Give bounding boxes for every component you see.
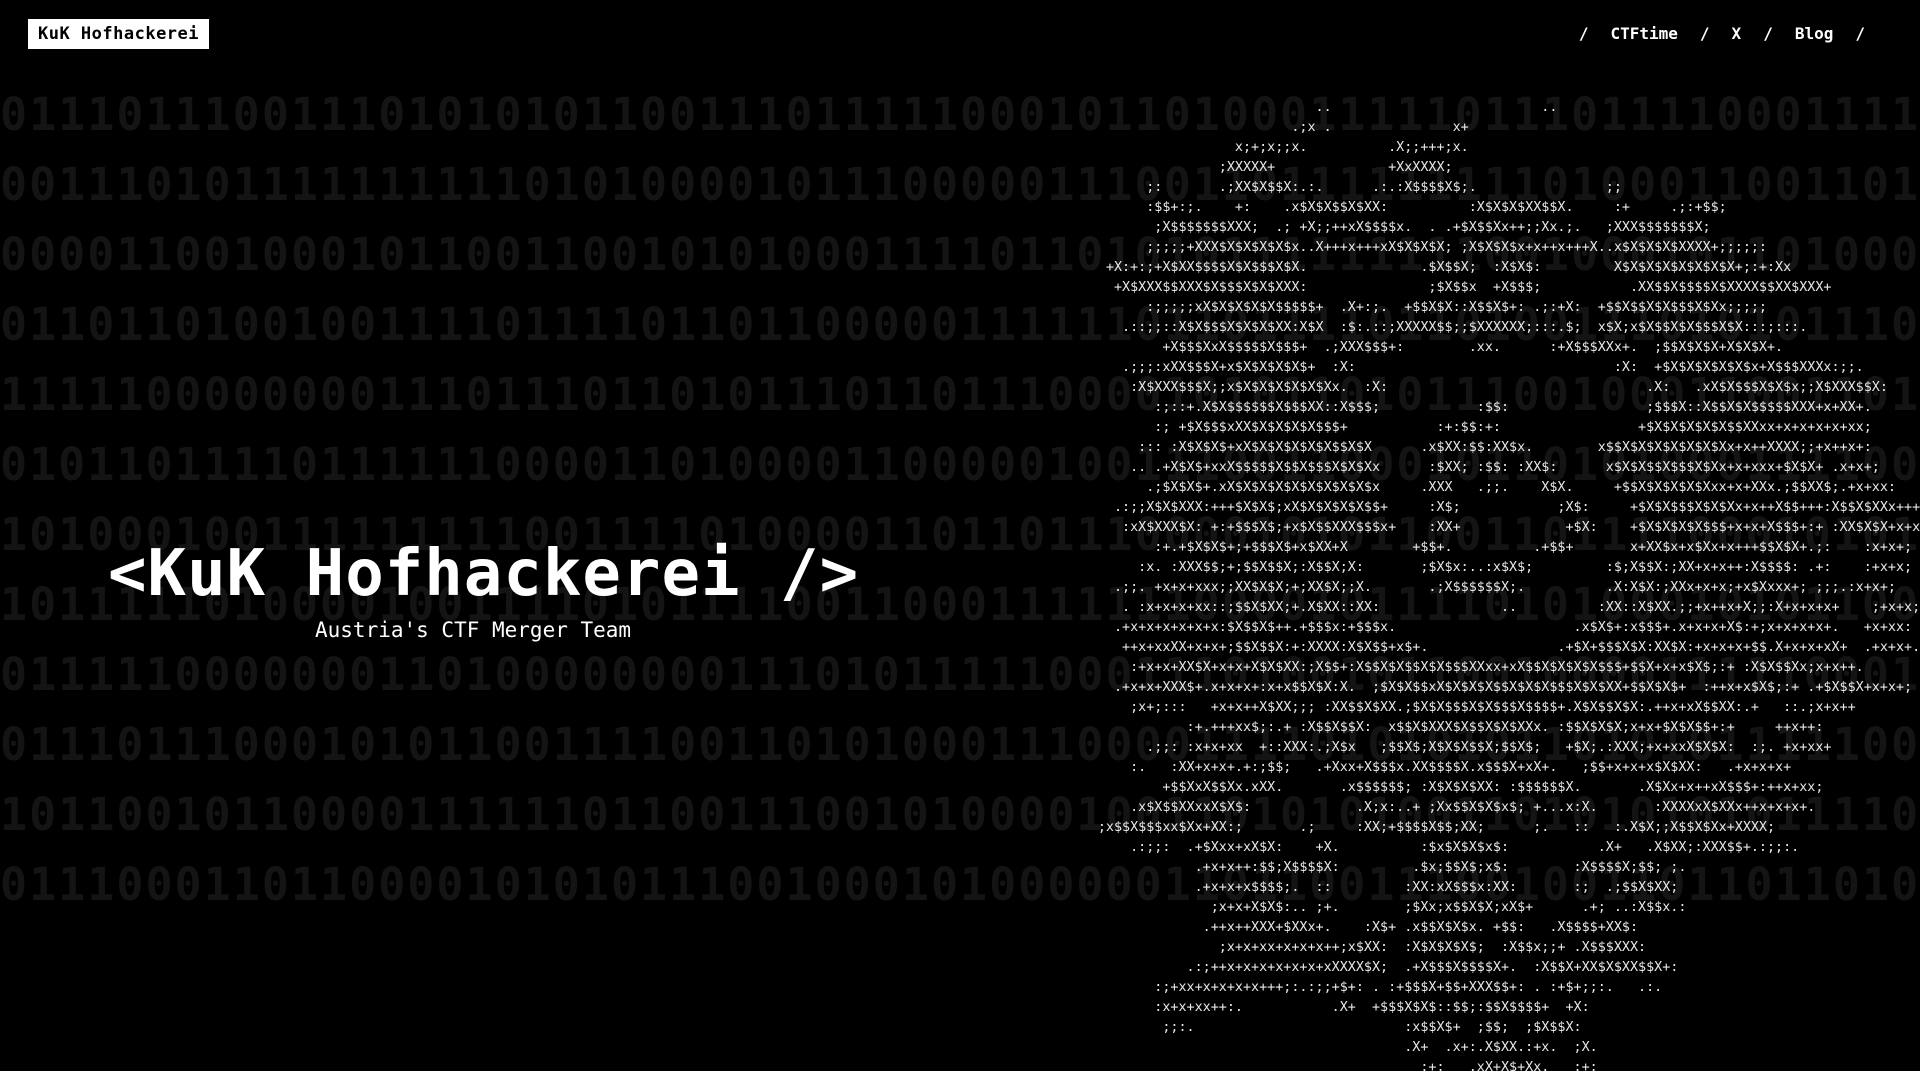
binary-row: 0000110010001011001100101010001111011010…: [0, 228, 1920, 281]
hero-title: <KuK Hofhackerei />: [108, 537, 860, 611]
top-navigation: / CTFtime / X / Blog /: [1579, 22, 1865, 44]
ascii-art-line: :xX$XXX$X: +:+$$$X$;+x$X$$XXX$$$x+ :XX+ …: [985, 520, 1920, 535]
hero-subtitle: Austria's CTF Merger Team: [315, 618, 632, 642]
nav-separator: /: [1578, 23, 1589, 43]
ascii-art-line: . :x+x+x+xx::;$$X$XX;+.X$XX::XX: .. :XX:…: [985, 600, 1920, 615]
binary-row: 0111011100111010101011001110111110001011…: [0, 88, 1920, 141]
ascii-art-line: ;;;;;+XXX$X$X$X$X$x..X+++x+++xX$X$X$X; ;…: [985, 240, 1767, 255]
ascii-art-line: .;x . x+: [985, 120, 1469, 135]
ascii-art-line: ;x+x+X$X$:.. ;+. ;$Xx;x$$X$X;xX$+ .+; ..…: [985, 900, 1687, 915]
ascii-art-line: :+.+++xx$;:.+ :X$$X$$X: x$$X$XXX$X$$X$X$…: [985, 720, 1824, 735]
nav-separator: /: [1699, 23, 1710, 43]
ascii-art-logo: .. .. .;x . x+ x;+;x;;x. .X;;+++;x. ;XXX…: [985, 98, 1920, 1071]
ascii-art-line: +X$$$XxX$$$$$X$$$+ .;XXX$$$+: .xx. :+X$$…: [985, 340, 1784, 355]
nav-link-x[interactable]: X: [1732, 24, 1742, 43]
binary-row: 0110110100100111101111011011000001111110…: [0, 298, 1920, 351]
ascii-art-line: .+x+x+x+x+x+x:$X$$X$++.+$$$x:+$$$x. .x$X…: [985, 620, 1913, 635]
nav-separator: /: [1763, 23, 1773, 43]
ascii-art-line: .. ..: [985, 100, 1558, 115]
ascii-art-line: .X+ .x+:.X$XX.:+x. ;X.: [985, 1040, 1598, 1055]
ascii-art-line: .+x+x++:$$;X$$$$X: .$x;$$X$;x$: :X$$$$X;…: [985, 860, 1687, 875]
ascii-art-line: ;x$$X$$$xx$Xx+XX:; .; :XX;+$$$$X$$;XX; ;…: [985, 820, 1776, 835]
ascii-art-line: .++x++XXX+$XXx+. :X$+ .x$$X$X$x. +$$: .X…: [985, 920, 1639, 935]
ascii-art-line: .;;. +x+x+xxx;;XX$X$X;+;XX$X;;X. .;X$$$$…: [985, 580, 1896, 595]
ascii-art-line: ::: :X$X$X$+xX$X$X$X$X$X$$X$X .x$XX:$$:X…: [985, 440, 1872, 455]
ascii-art-line: .::;;::X$X$$$X$X$X$XX:X$X :$:.::;XXXXX$$…: [985, 320, 1808, 335]
ascii-art-line: ;x+x+xx+x+x+x++;x$XX: :X$X$X$X$; :X$$x;;…: [985, 940, 1647, 955]
ascii-art-line: +$$XxX$$Xx.xXX. .x$$$$$$; :X$X$X$XX: :$$…: [985, 780, 1824, 795]
ascii-art-line: ;XXXXX+ +XxXXXX;: [985, 160, 1453, 175]
nav-link-blog[interactable]: Blog: [1795, 24, 1834, 43]
ascii-art-line: :+.+$X$X$+;+$$$X$+x$XX+X +$$+. .+$$+ x+X…: [985, 540, 1913, 555]
binary-row: 0011101011111111110101000010111000001110…: [0, 158, 1920, 211]
binary-row: 1111100000000111011101101011101101110000…: [0, 368, 1920, 421]
binary-row: 1011001011000011111101100111001010000100…: [0, 788, 1920, 841]
brand-logo-button[interactable]: KuK Hofhackerei: [28, 19, 209, 49]
ascii-art-line: .+x+x+XXX$+.x+x+x+:x+x$$X$X:X. ;$X$X$$xX…: [985, 680, 1913, 695]
ascii-art-line: :;;;;;xX$X$X$X$X$$$$$+ .X+:;. +$$X$X::X$…: [985, 300, 1767, 315]
binary-row: 0101101111011111100001101000011000001001…: [0, 438, 1920, 491]
ascii-art-line: :+x+x+XX$X+x+x+X$X$XX:;X$$+:X$$X$X$$X$X$…: [985, 660, 1864, 675]
ascii-art-line: ;;:. :x$$X$+ ;$$; ;$X$$X:: [985, 1020, 1582, 1035]
ascii-art-line: .;$X$X$+.xX$X$X$X$X$X$X$X$X$x .XXX .;;. …: [985, 480, 1896, 495]
ascii-art-line: +X:+:;+X$XX$$$$X$X$$$X$X. .$X$$X; :X$X$:…: [985, 260, 1792, 275]
binary-row: 0111011100010101100111100110101000111000…: [0, 718, 1920, 771]
nav-link-ctftime[interactable]: CTFtime: [1610, 24, 1677, 43]
ascii-art-line: ;x+;::: +x+x++X$XX;;; :XX$$X$XX.;$X$X$$$…: [985, 700, 1856, 715]
binary-row: 0111000110110000101010111001000101000000…: [0, 858, 1920, 911]
ascii-art-line: :. :XX+x+x+.+:;$$; .+Xxx+X$$$x.XX$$$$X.x…: [985, 760, 1792, 775]
ascii-art-line: .;;;:xXX$$$X+x$X$X$X$X$+ :X: :X: +$X$X$X…: [985, 360, 1864, 375]
binary-background: 0111011100111010101011001110111110001011…: [0, 80, 1920, 920]
ascii-art-line: ++x+xxXX+x+x+;$$X$$X:+:XXXX:X$X$$+x$+. .…: [985, 640, 1920, 655]
ascii-art-line: .:;++x+x+x+x+x+x+xXXXX$X; .+X$$$X$$$$X+.…: [985, 960, 1679, 975]
ascii-art-line: :X$XXX$$$X;;x$X$X$X$X$X$Xx. :X: .X: .xX$…: [985, 380, 1888, 395]
ascii-art-line: ;X$$$$$$$XXX; .; +X;;++xX$$$$x. . .+$X$$…: [985, 220, 1711, 235]
ascii-art-line: :x+x+xx++:. .X+ +$$$X$X$::$$;:$$X$$$$+ +…: [985, 1000, 1590, 1015]
ascii-art-line: .+x+x+x$$$$;. :: :XX:xX$$$x:XX: :; .;$$X…: [985, 880, 1679, 895]
ascii-art-line: +X$XXX$$XXX$X$$$X$X$XXX: ;$X$$x +X$$$; .…: [985, 280, 1832, 295]
ascii-art-line: :;+xx+x+x+x+x+++;:.:;;+$+: . :+$$$X+$$+X…: [985, 980, 1663, 995]
binary-row: 0111110000000110100000000111010111110001…: [0, 648, 1920, 701]
ascii-art-line: :x. :XXX$$;+;$$X$$X;:X$$X;X: ;$X$x:..:x$…: [985, 560, 1913, 575]
ascii-art-line: :$$+:;. +: .x$X$X$$X$XX: :X$X$X$XX$$X. :…: [985, 200, 1727, 215]
ascii-art-line: .x$X$$XXxxX$X$: .X;x:..+ ;Xx$$X$X$x$; +.…: [985, 800, 1816, 815]
ascii-art-line: ;: .;XX$X$$X:.:. .:.:X$$$$X$;. ;;: [985, 180, 1622, 195]
nav-separator: /: [1855, 23, 1865, 43]
ascii-art-line: :;::+.X$X$$$$$$X$$$XX::X$$$; :$$: ;$$$X:…: [985, 400, 1872, 415]
ascii-art-line: .;;: :x+x+xx +::XXX:.;X$x ;$$X$;X$X$X$$X…: [985, 740, 1832, 755]
ascii-art-line: :; +$X$$$xXX$X$X$X$X$$$+ :+:$$:+: +$X$X$…: [985, 420, 1872, 435]
ascii-art-line: .:;;X$X$XXX:+++$X$X$;xX$X$X$X$X$$+ :X$; …: [985, 500, 1920, 515]
ascii-art-line: .. .+X$X$+xxX$$$$$X$$X$$$X$X$Xx :$XX; :$…: [985, 460, 1880, 475]
ascii-art-line: x;+;x;;x. .X;;+++;x.: [985, 140, 1469, 155]
ascii-art-line: :+: .xX+X$+Xx. :+:: [985, 1060, 1598, 1071]
ascii-art-line: .:;;: .+$Xxx+xX$X: +X. :$x$X$X$x$: .X+ .…: [985, 840, 1800, 855]
